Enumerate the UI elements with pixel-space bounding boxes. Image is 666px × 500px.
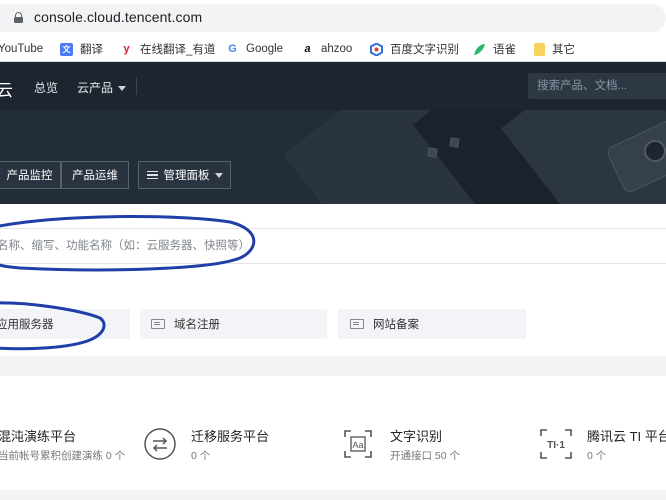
product-search-panel: 应用服务器 域名注册 网站备案 [0,204,666,356]
console-top-nav: 云 总览 云产品 [0,62,666,110]
logo[interactable]: 云 [0,76,13,101]
svg-text:Aa: Aa [352,440,363,450]
bookmark-label: 其它 [552,44,575,56]
bookmark-label: 翻译 [80,44,103,56]
feature-subtitle: 当前帐号累积创建演练 0 个 [0,450,126,462]
button-label: 产品监控 [6,170,53,182]
hero-decoration [644,140,666,162]
feature-subtitle: 开通接口 50 个 [390,450,461,462]
bookmark-label: 语雀 [493,44,516,56]
bookmark-folder-other[interactable]: 其它 [534,40,575,58]
product-monitor-button[interactable]: 产品监控 [0,161,61,189]
translate-icon: 文 [60,42,73,56]
nav-overview[interactable]: 总览 [34,79,58,96]
icp-icon [350,319,364,329]
url-text[interactable]: console.cloud.tencent.com [34,9,202,25]
quick-link-app-server[interactable]: 应用服务器 [0,309,130,339]
bookmark-google[interactable]: G Google [226,40,283,58]
nav-divider [136,77,137,95]
migrate-icon[interactable] [140,424,180,464]
list-icon [146,169,158,182]
bookmark-translate[interactable]: 文 翻译 [60,40,103,58]
quick-link-label: 网站备案 [373,319,419,331]
folder-icon [534,42,545,56]
feature-subtitle: 0 个 [191,450,211,462]
bookmark-label: YouTube [0,43,44,55]
product-search-box[interactable] [0,228,666,264]
nav-cloud-products[interactable]: 云产品 [77,79,127,96]
dashboard-dropdown[interactable]: 管理面板 [138,161,231,189]
chevron-down-icon [118,86,127,92]
feature-title[interactable]: 迁移服务平台 [191,426,269,445]
product-search-input[interactable] [0,229,637,263]
domain-icon [151,319,165,329]
bookmark-label: 在线翻译_有道 [140,44,216,56]
ti-platform-icon[interactable]: TI·1 [536,424,576,464]
youdao-icon: y [123,43,130,55]
chevron-down-icon [214,172,223,178]
feature-title[interactable]: 文字识别 [390,426,442,445]
feature-title[interactable]: 腾讯云 TI 平台 [587,426,666,445]
quick-link-label: 应用服务器 [0,319,54,331]
bookmark-label: ahzoo [321,43,353,55]
bookmark-youdao[interactable]: y 在线翻译_有道 [120,40,215,58]
feature-title[interactable]: 混沌演练平台 [0,426,76,445]
svg-text:TI·1: TI·1 [547,440,565,451]
hero-banner: 产品监控 产品运维 管理面板 [0,110,666,204]
button-label: 管理面板 [163,170,210,182]
quick-link-domain[interactable]: 域名注册 [140,309,327,339]
cube-decoration [427,147,438,158]
bookmark-yuque[interactable]: 语雀 [473,40,516,58]
button-label: 产品运维 [72,170,118,182]
lock-icon[interactable] [14,12,23,23]
yuque-icon [473,43,486,56]
bookmarks-bar: YouTube 文 翻译 y 在线翻译_有道 G Google a ahzoo … [0,36,666,62]
browser-address-row: console.cloud.tencent.com [0,0,666,36]
bookmark-youtube[interactable]: YouTube [0,40,43,58]
google-icon: G [228,43,237,55]
product-ops-button[interactable]: 产品运维 [61,161,129,189]
feature-subtitle: 0 个 [587,450,607,462]
ahzoo-icon: a [304,43,311,55]
baidu-ocr-icon [370,42,383,56]
cube-decoration [449,137,460,148]
nav-search[interactable] [528,73,666,99]
bookmark-label: 百度文字识别 [390,44,459,56]
quick-link-icp[interactable]: 网站备案 [338,309,526,339]
bookmark-label: Google [246,43,284,55]
nav-search-input[interactable] [537,73,666,99]
feature-card: 混沌演练平台 当前帐号累积创建演练 0 个 迁移服务平台 0 个 Aa 文字识别… [0,376,666,490]
quick-link-label: 域名注册 [174,319,220,331]
nav-cloud-products-label: 云产品 [77,81,114,95]
ocr-icon[interactable]: Aa [338,424,378,464]
bookmark-baidu-ocr[interactable]: 百度文字识别 [370,40,459,58]
bookmark-ahzoo[interactable]: a ahzoo [301,40,352,58]
